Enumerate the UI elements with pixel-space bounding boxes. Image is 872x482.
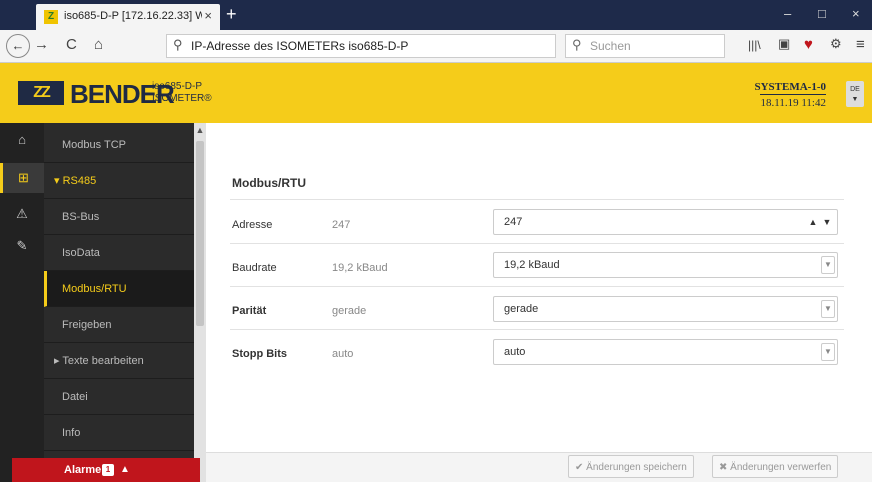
language-code: DE [850,86,860,93]
form-footer: ✔ Änderungen speichern ✖ Änderungen verw… [206,452,872,482]
baudrate-select[interactable]: 19,2 kBaud ▼ [493,252,838,278]
row-label-paritaet: Parität [232,305,267,317]
section-title: Modbus/RTU [232,176,306,190]
url-bar[interactable]: ⚲ IP-Adresse des ISOMETERs iso685-D-P [166,34,556,58]
row-current-paritaet: gerade [332,305,367,317]
stopp-bits-value: auto [504,346,526,358]
menu-item-modbus-tcp[interactable]: Modbus TCP [44,127,194,163]
new-tab-icon[interactable]: + [226,4,237,25]
search-icon: ⚲ [572,37,582,52]
tab-title: iso685-D-P [172.16.22.33] Web [64,10,202,22]
adresse-spinner[interactable]: 247 ▲ ▼ [493,209,838,235]
scrollbar-thumb[interactable] [196,141,204,326]
baudrate-value: 19,2 kBaud [504,259,560,271]
bender-logo-mark: ZZ [18,81,64,105]
library-icon[interactable]: |||\ [748,38,761,52]
alarm-bar[interactable]: Alarme 1 ▲ [12,458,200,482]
paritaet-value: gerade [504,303,539,315]
browser-title-bar: Z iso685-D-P [172.16.22.33] Web × + – □ … [0,0,872,30]
device-type: ISOMETER® [152,93,212,104]
scroll-up-icon[interactable]: ▲ [195,125,205,135]
discard-changes-button[interactable]: ✖ Änderungen verwerfen [712,455,839,478]
menu-item-freigeben[interactable]: Freigeben [44,307,194,343]
minimize-icon[interactable]: – [784,6,791,21]
home-page-icon[interactable]: ⌂ [94,36,103,53]
chevron-down-icon: ▼ [821,343,835,361]
window-close-icon[interactable]: × [852,6,860,21]
stopp-bits-select[interactable]: auto ▼ [493,339,838,365]
main-content: Modbus/RTU Adresse 247 247 ▲ ▼ Baudrate … [206,123,872,482]
menu-item-bs-bus[interactable]: BS-Bus [44,199,194,235]
row-current-stopp-bits: auto [332,348,354,360]
forward-icon[interactable]: → [34,36,49,53]
divider [230,199,844,200]
browser-nav-bar: ← → C ⌂ ⚲ IP-Adresse des ISOMETERs iso68… [0,30,872,63]
menu-item-modbus-rtu[interactable]: Modbus/RTU [44,271,194,307]
warning-icon[interactable]: ⚠ [0,199,44,229]
app-header: ZZ BENDER iso685-D-P ISOMETER® SYSTEMA-1… [0,63,872,123]
menu-item-isodata[interactable]: IsoData [44,235,194,271]
device-label: iso685-D-P ISOMETER® [152,81,212,105]
divider [230,286,844,287]
system-datetime: 18.11.19 11:42 [760,97,827,109]
url-search-icon: ⚲ [173,37,183,52]
language-selector[interactable]: DE ▼ [846,81,864,107]
back-icon[interactable]: ← [6,34,30,58]
tab-close-icon[interactable]: × [204,8,212,23]
menu-item-rs485[interactable]: ▾ RS485 [44,163,194,199]
system-divider [760,94,826,95]
chevron-down-icon: ▼ [821,256,835,274]
menu-item-texte-bearbeiten[interactable]: ▸ Texte bearbeiten [44,343,194,379]
menu-item-datei[interactable]: Datei [44,379,194,415]
reader-icon[interactable]: ▣ [778,36,790,52]
browser-tab[interactable]: Z iso685-D-P [172.16.22.33] Web × [36,4,220,30]
device-name: iso685-D-P [152,81,203,92]
save-changes-button[interactable]: ✔ Änderungen speichern [568,455,694,478]
search-placeholder: Suchen [590,39,631,53]
menu-item-info[interactable]: Info [44,415,194,451]
paritaet-select[interactable]: gerade ▼ [493,296,838,322]
browser-search-input[interactable]: ⚲ Suchen [565,34,725,58]
chevron-down-icon: ▼ [821,300,835,318]
row-label-stopp-bits: Stopp Bits [232,348,287,360]
row-current-baudrate: 19,2 kBaud [332,262,388,274]
pocket-icon[interactable]: ♥ [804,36,813,53]
maximize-icon[interactable]: □ [818,6,826,21]
divider [230,243,844,244]
reload-icon[interactable]: C [66,36,77,53]
spinner-down-icon[interactable]: ▼ [821,214,833,230]
row-label-baudrate: Baudrate [232,262,277,274]
row-current-adresse: 247 [332,219,351,231]
home-icon[interactable]: ⌂ [0,125,44,155]
extension-icon[interactable]: ⚙ [830,36,842,52]
icon-rail: ⌂ ⊞ ⚠ ✎ [0,123,44,482]
spinner-up-icon[interactable]: ▲ [807,214,819,230]
menu-icon[interactable]: ≡ [856,36,865,53]
chevron-down-icon: ▼ [851,96,859,103]
chevron-up-icon: ▲ [120,464,130,475]
alarm-label: Alarme [64,464,102,476]
menu-scrollbar[interactable]: ▲ [194,123,206,482]
wrench-icon[interactable]: ✎ [0,231,44,261]
settings-menu: Modbus TCP ▾ RS485 BS-Bus IsoData Modbus… [44,123,194,482]
divider [230,329,844,330]
tree-icon[interactable]: ⊞ [0,163,44,193]
system-name: SYSTEMA-1-0 [754,81,826,93]
row-label-adresse: Adresse [232,219,273,231]
adresse-value: 247 [504,216,523,228]
alarm-count-badge: 1 [102,464,114,476]
bender-favicon-icon: Z [44,10,58,24]
url-text: IP-Adresse des ISOMETERs iso685-D-P [191,39,409,53]
